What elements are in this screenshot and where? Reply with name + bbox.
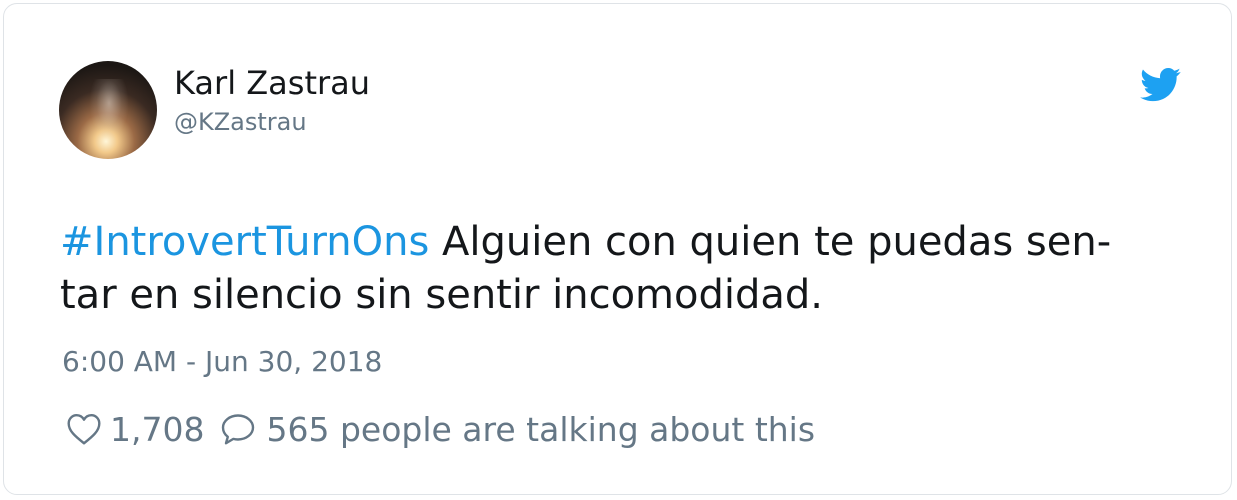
avatar[interactable] bbox=[59, 61, 157, 159]
hashtag-link[interactable]: #IntrovertTurnOns bbox=[60, 219, 429, 265]
tweet-actions: 1,708 565 people are talking about this bbox=[66, 406, 815, 452]
like-count: 1,708 bbox=[110, 409, 205, 449]
tweet-text: #IntrovertTurnOns Alguien con quien te p… bbox=[60, 216, 1160, 322]
speech-bubble-icon bbox=[220, 412, 256, 446]
author-display-name[interactable]: Karl Zastrau bbox=[174, 64, 370, 102]
author-handle[interactable]: @KZastrau bbox=[174, 107, 307, 137]
talking-about-text: 565 people are talking about this bbox=[266, 409, 816, 449]
tweet-text-line1: Alguien con quien te puedas sen- bbox=[442, 219, 1112, 265]
reply-button[interactable]: 565 people are talking about this bbox=[220, 410, 815, 449]
tweet-text-line2: tar en silencio sin sentir incomodidad. bbox=[60, 272, 824, 318]
like-button[interactable]: 1,708 bbox=[66, 410, 204, 449]
twitter-bird-icon[interactable] bbox=[1140, 68, 1182, 102]
timestamp-link[interactable]: 6:00 AM - Jun 30, 2018 bbox=[62, 344, 382, 380]
tweet-card: Karl Zastrau @KZastrau #IntrovertTurnOns… bbox=[3, 3, 1232, 495]
heart-icon bbox=[66, 412, 102, 446]
avatar-image bbox=[89, 79, 129, 139]
